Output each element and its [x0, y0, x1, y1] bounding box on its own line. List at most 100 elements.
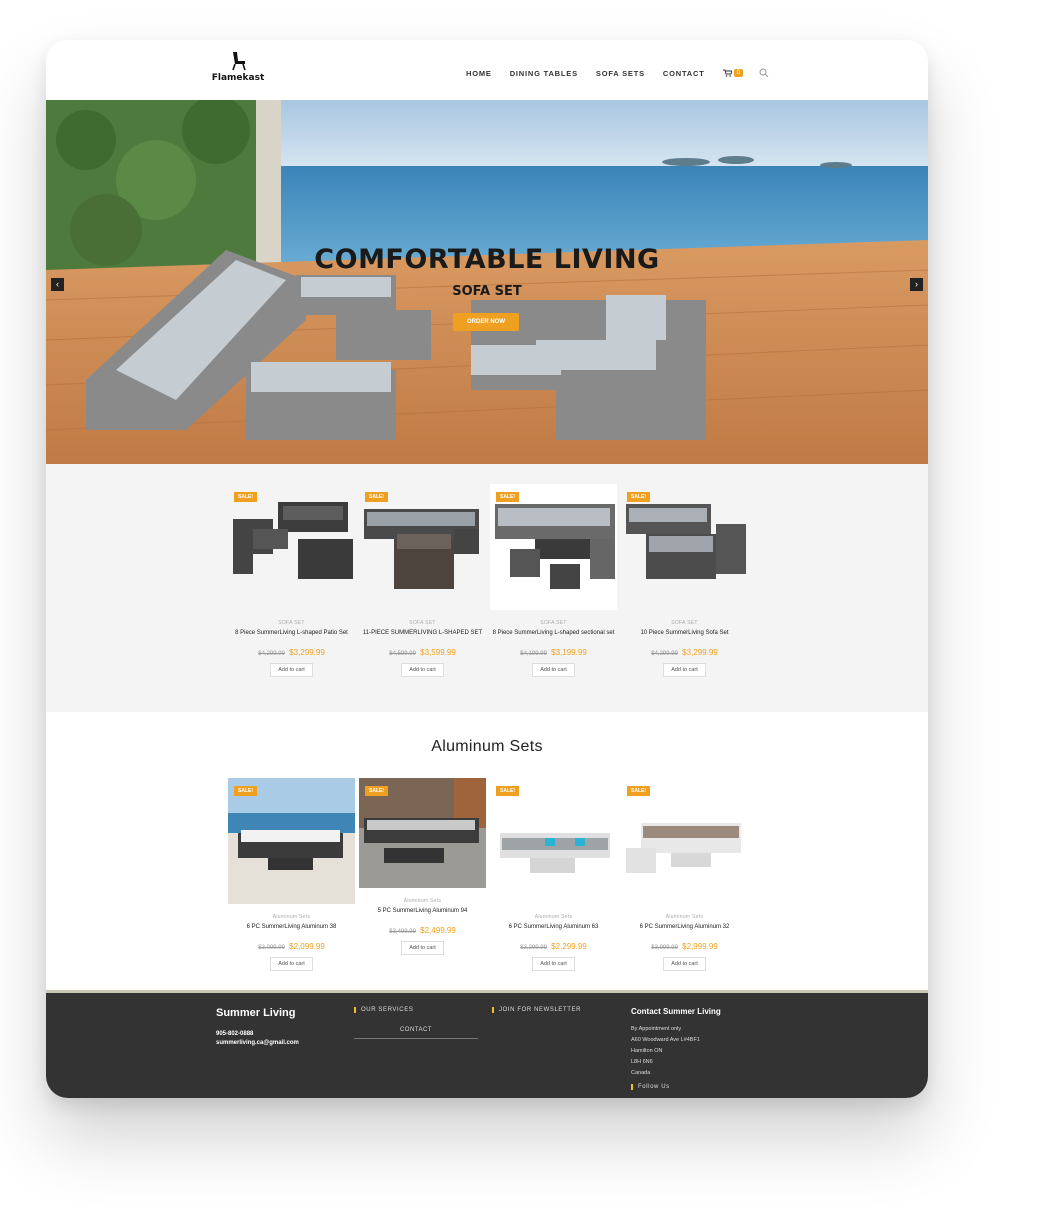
- sale-price: $3,299.99: [682, 648, 718, 657]
- sale-badge: SALE!: [365, 492, 388, 502]
- aluminum-products-section: Aluminum Sets SALE! Aluminum Sets 6 PC S…: [46, 712, 928, 990]
- sale-badge: SALE!: [627, 492, 650, 502]
- logo[interactable]: Flamekast: [208, 50, 268, 90]
- product-image[interactable]: SALE!: [621, 778, 748, 904]
- product-card[interactable]: SALE! Aluminum Sets 6 PC SummerLiving Al…: [226, 778, 357, 971]
- footer-services-heading: OUR SERVICES: [354, 1007, 478, 1013]
- product-name[interactable]: 6 PC SummerLiving Aluminum 63: [488, 923, 619, 932]
- sale-badge: SALE!: [365, 786, 388, 796]
- cart-count-badge: 0: [733, 69, 743, 77]
- product-price: $4,199.99 $3,199.99: [488, 648, 619, 657]
- hero-image: [46, 100, 928, 464]
- product-card[interactable]: SALE! SOFA SET 8 Piece SummerLiving L-sh…: [488, 484, 619, 677]
- add-to-cart-button[interactable]: Add to cart: [532, 663, 575, 677]
- nav-contact[interactable]: CONTACT: [663, 69, 705, 78]
- footer-contact-line: A60 Woodward Ave L#4BF1: [631, 1037, 700, 1043]
- slider-prev-button[interactable]: ‹: [51, 278, 64, 291]
- aluminum-set-image: [490, 778, 617, 904]
- product-category: Aluminum Sets: [534, 914, 573, 920]
- product-image[interactable]: SALE!: [228, 484, 355, 610]
- product-name[interactable]: 8 Piece SummerLiving L-shaped Patio Set: [226, 629, 357, 638]
- add-to-cart-button[interactable]: Add to cart: [401, 941, 444, 955]
- product-category: SOFA SET: [540, 620, 567, 626]
- sale-badge: SALE!: [627, 786, 650, 796]
- chair-logo-icon: [232, 52, 246, 71]
- footer-services: OUR SERVICES CONTACT: [354, 1007, 478, 1039]
- aluminum-set-image: [621, 778, 748, 904]
- sale-price: $2,499.99: [420, 926, 456, 935]
- sale-badge: SALE!: [234, 786, 257, 796]
- product-card[interactable]: SALE! Aluminum Sets 6 PC SummerLiving Al…: [619, 778, 750, 971]
- product-card[interactable]: SALE! SOFA SET 8 Piece SummerLiving L-sh…: [226, 484, 357, 677]
- product-price: $4,299.99 $3,299.99: [619, 648, 750, 657]
- nav-sofa-sets[interactable]: SOFA SETS: [596, 69, 645, 78]
- sale-badge: SALE!: [234, 492, 257, 502]
- sofa-image: [621, 484, 748, 610]
- product-image[interactable]: SALE!: [621, 484, 748, 610]
- add-to-cart-button[interactable]: Add to cart: [532, 957, 575, 971]
- cart-button[interactable]: 0: [722, 69, 743, 77]
- product-image[interactable]: SALE!: [490, 484, 617, 610]
- footer-phone[interactable]: 905-802-0888: [216, 1031, 299, 1037]
- product-image[interactable]: SALE!: [228, 778, 355, 904]
- product-name[interactable]: 6 PC SummerLiving Aluminum 38: [226, 923, 357, 932]
- product-category: SOFA SET: [409, 620, 436, 626]
- logo-text: Flamekast: [211, 73, 265, 83]
- sofa-products-section: SALE! SOFA SET 8 Piece SummerLiving L-sh…: [46, 464, 928, 712]
- old-price: $3,499.99: [389, 929, 416, 935]
- product-card[interactable]: SALE! SOFA SET 11-PIECE SUMMERLIVING L-S…: [357, 484, 488, 677]
- hero-slider: COMFORTABLE LIVING SOFA SET ORDER NOW ‹ …: [46, 100, 928, 464]
- nav-dining-tables[interactable]: DINING TABLES: [510, 69, 578, 78]
- product-name[interactable]: 8 Piece SummerLiving L-shaped sectional …: [488, 629, 619, 638]
- browser-frame: Flamekast HOME DINING TABLES SOFA SETS C…: [46, 40, 928, 1098]
- product-image[interactable]: SALE!: [359, 778, 486, 888]
- footer-contact-title: Contact Summer Living: [631, 1007, 721, 1016]
- product-name[interactable]: 6 PC SummerLiving Aluminum 32: [619, 923, 750, 932]
- footer-contact-line: By Appointment only: [631, 1026, 682, 1032]
- aluminum-set-image: [228, 778, 355, 904]
- sofa-product-grid: SALE! SOFA SET 8 Piece SummerLiving L-sh…: [226, 484, 750, 677]
- main-nav: HOME DINING TABLES SOFA SETS CONTACT 0: [466, 68, 769, 78]
- sale-price: $3,199.99: [551, 648, 587, 657]
- sofa-image: [359, 484, 486, 610]
- sale-price: $3,299.99: [289, 648, 325, 657]
- footer-follow-heading: Follow Us: [631, 1084, 721, 1090]
- footer-email[interactable]: summerliving.ca@gmail.com: [216, 1040, 299, 1046]
- product-price: $3,499.99 $2,499.99: [357, 926, 488, 935]
- order-now-button[interactable]: ORDER NOW: [453, 313, 519, 331]
- add-to-cart-button[interactable]: Add to cart: [663, 957, 706, 971]
- product-card[interactable]: SALE! Aluminum Sets 6 PC SummerLiving Al…: [488, 778, 619, 971]
- sale-price: $2,299.99: [551, 942, 587, 951]
- footer-newsletter: JOIN FOR NEWSLETTER: [492, 1007, 581, 1013]
- add-to-cart-button[interactable]: Add to cart: [401, 663, 444, 677]
- cart-icon: [722, 69, 732, 77]
- product-image[interactable]: SALE!: [490, 778, 617, 904]
- footer-contact-link[interactable]: CONTACT: [354, 1027, 478, 1039]
- product-name[interactable]: 5 PC SummerLiving Aluminum 94: [357, 907, 488, 916]
- footer-brand-name: Summer Living: [216, 1007, 296, 1019]
- product-name[interactable]: 11-PIECE SUMMERLIVING L-SHAPED SET: [357, 629, 488, 638]
- product-category: SOFA SET: [671, 620, 698, 626]
- product-name[interactable]: 10 Piece SummerLiving Sofa Set: [619, 629, 750, 638]
- add-to-cart-button[interactable]: Add to cart: [663, 663, 706, 677]
- slider-next-button[interactable]: ›: [910, 278, 923, 291]
- nav-home[interactable]: HOME: [466, 69, 492, 78]
- add-to-cart-button[interactable]: Add to cart: [270, 957, 313, 971]
- sofa-image: [228, 484, 355, 610]
- product-price: $4,299.99 $3,299.99: [226, 648, 357, 657]
- search-icon[interactable]: [759, 68, 769, 78]
- product-price: $3,999.99 $2,999.99: [619, 942, 750, 951]
- sale-price: $2,999.99: [682, 942, 718, 951]
- site-header: Flamekast HOME DINING TABLES SOFA SETS C…: [46, 40, 928, 100]
- sale-badge: SALE!: [496, 492, 519, 502]
- product-card[interactable]: SALE! Aluminum Sets 5 PC SummerLiving Al…: [357, 778, 488, 971]
- site-footer: Summer Living 905-802-0888 summerliving.…: [46, 990, 928, 1098]
- footer-newsletter-heading: JOIN FOR NEWSLETTER: [492, 1007, 581, 1013]
- old-price: $4,299.99: [651, 651, 678, 657]
- product-image[interactable]: SALE!: [359, 484, 486, 610]
- add-to-cart-button[interactable]: Add to cart: [270, 663, 313, 677]
- footer-contact-line: Canada: [631, 1070, 651, 1076]
- footer-contact-line: Hamilton ON: [631, 1048, 663, 1054]
- old-price: $4,599.99: [389, 651, 416, 657]
- product-card[interactable]: SALE! SOFA SET 10 Piece SummerLiving Sof…: [619, 484, 750, 677]
